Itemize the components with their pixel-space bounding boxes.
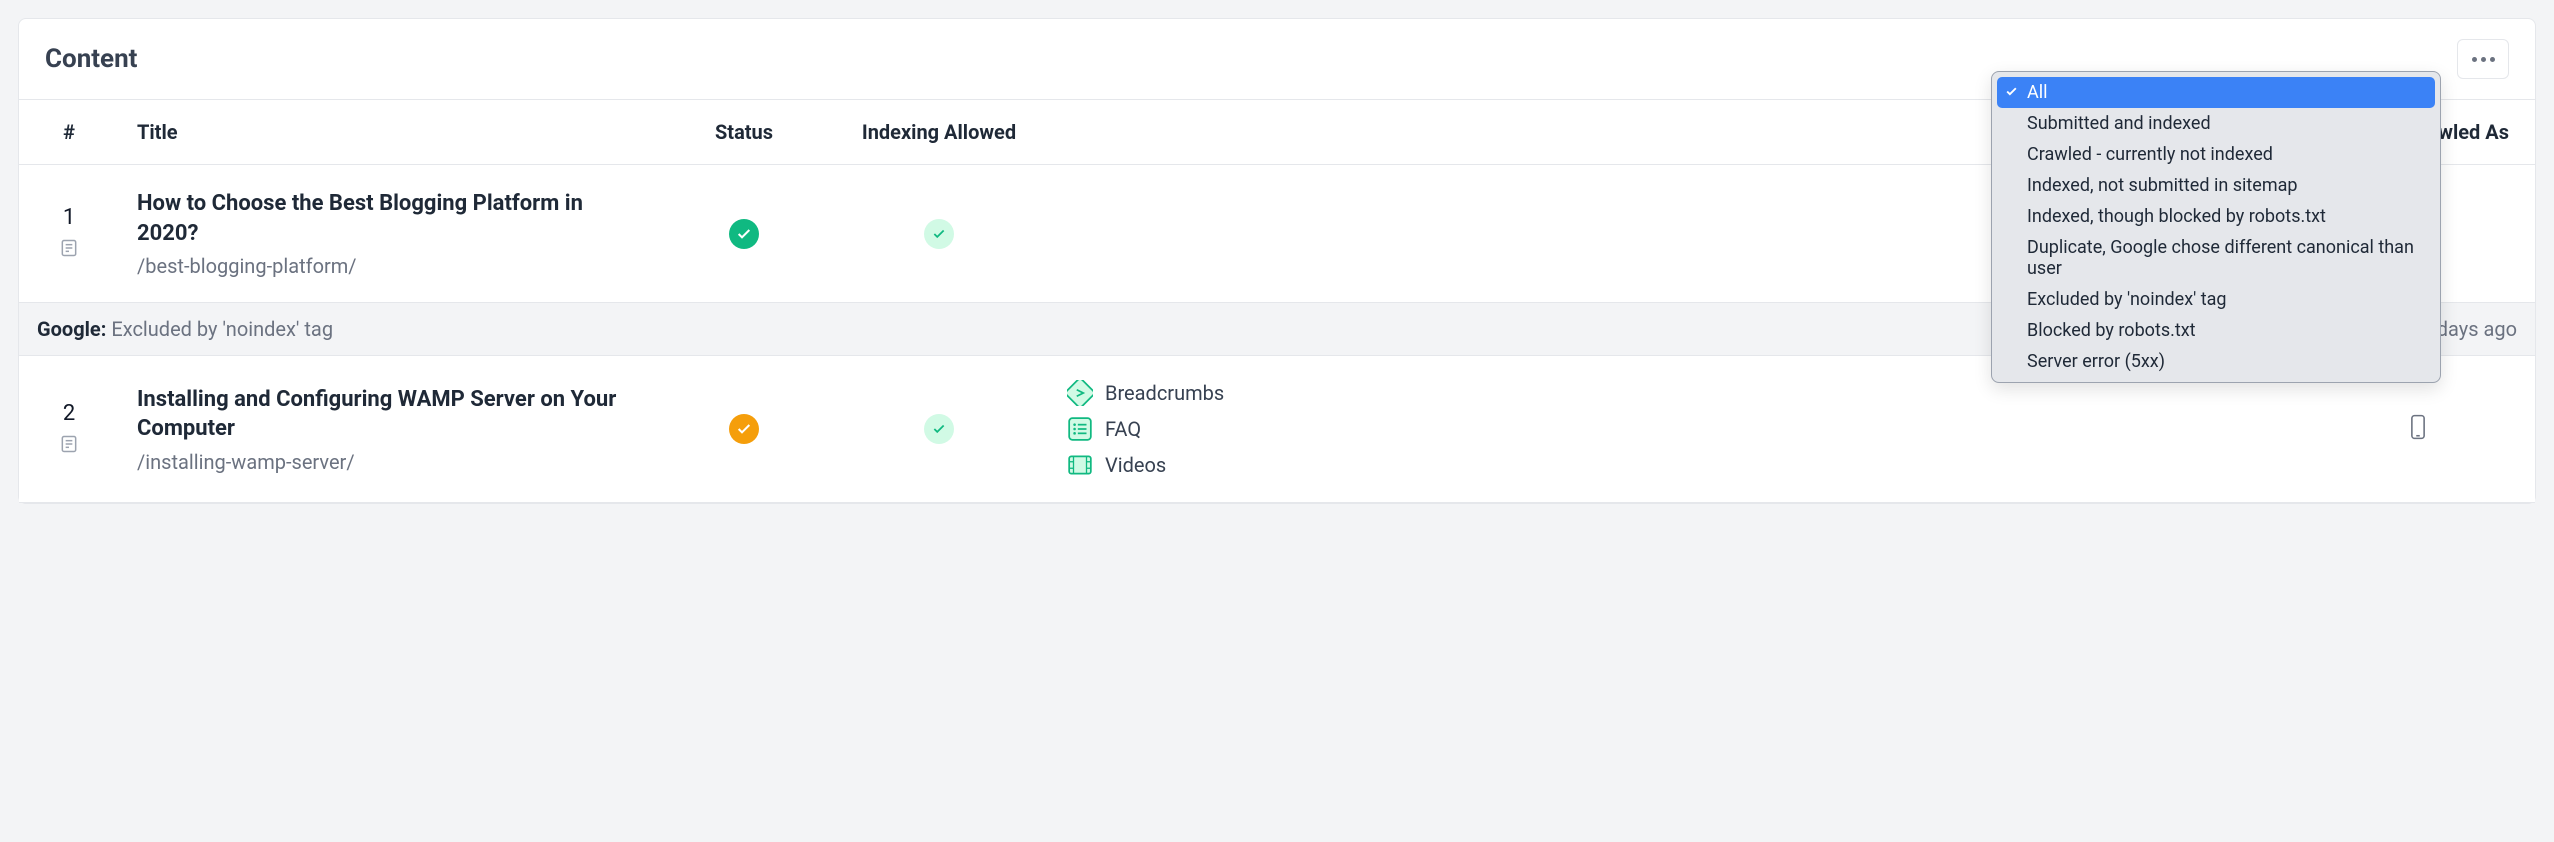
dropdown-item-excluded-noindex[interactable]: Excluded by 'noindex' tag — [1997, 284, 2435, 315]
column-header-indexing[interactable]: Indexing Allowed — [829, 100, 1049, 165]
panel-title: Content — [45, 44, 137, 74]
column-header-status[interactable]: Status — [659, 100, 829, 165]
indexing-badge — [924, 414, 954, 444]
videos-icon — [1067, 452, 1093, 478]
status-badge — [729, 414, 759, 444]
row-title: How to Choose the Best Blogging Platform… — [137, 189, 641, 248]
dropdown-item-server-error[interactable]: Server error (5xx) — [1997, 346, 2435, 377]
more-actions-button[interactable] — [2457, 39, 2509, 79]
row-number: 1 — [37, 205, 101, 230]
breadcrumbs-icon — [1067, 380, 1093, 406]
row-slug: /installing-wamp-server/ — [137, 450, 641, 474]
status-badge — [729, 219, 759, 249]
dropdown-item-crawled-not-indexed[interactable]: Crawled - currently not indexed — [1997, 139, 2435, 170]
dropdown-item-duplicate-canonical[interactable]: Duplicate, Google chose different canoni… — [1997, 232, 2435, 284]
check-icon — [2005, 82, 2018, 103]
rich-results-list: Breadcrumbs FAQ Videos — [1067, 380, 2371, 478]
group-source-label: Google: — [37, 317, 106, 341]
rich-result-breadcrumbs: Breadcrumbs — [1067, 380, 1224, 406]
dropdown-item-submitted-indexed[interactable]: Submitted and indexed — [1997, 108, 2435, 139]
row-slug: /best-blogging-platform/ — [137, 254, 641, 278]
mobile-device-icon — [2407, 426, 2429, 445]
rich-result-faq: FAQ — [1067, 416, 1141, 442]
document-icon — [59, 238, 79, 262]
column-header-number[interactable]: # — [19, 100, 119, 165]
status-filter-dropdown[interactable]: All Submitted and indexed Crawled - curr… — [1991, 71, 2441, 383]
group-status-value: Excluded by 'noindex' tag — [111, 317, 333, 341]
dropdown-item-indexed-not-submitted[interactable]: Indexed, not submitted in sitemap — [1997, 170, 2435, 201]
dropdown-item-blocked-robots[interactable]: Blocked by robots.txt — [1997, 315, 2435, 346]
dropdown-item-indexed-blocked-robots[interactable]: Indexed, though blocked by robots.txt — [1997, 201, 2435, 232]
dropdown-item-all[interactable]: All — [1997, 77, 2435, 108]
row-number: 2 — [37, 401, 101, 426]
column-header-title[interactable]: Title — [119, 100, 659, 165]
document-icon — [59, 434, 79, 458]
faq-icon — [1067, 416, 1093, 442]
rich-result-videos: Videos — [1067, 452, 1166, 478]
row-title: Installing and Configuring WAMP Server o… — [137, 385, 641, 444]
dots-icon — [2472, 57, 2477, 62]
content-panel: Content All Submitted and indexed Crawle… — [18, 18, 2536, 504]
indexing-badge — [924, 219, 954, 249]
